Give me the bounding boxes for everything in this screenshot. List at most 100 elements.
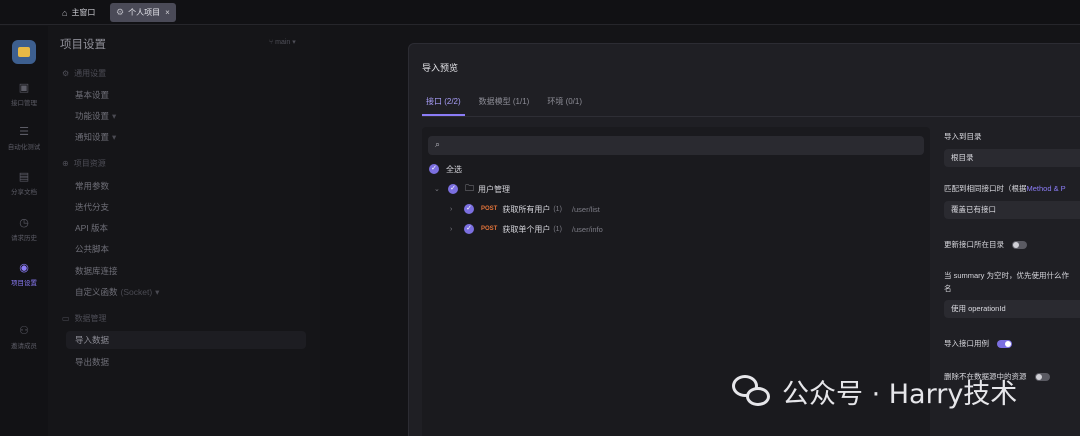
checkbox[interactable]: ✓: [448, 184, 458, 194]
rail-label: 邀请成员: [11, 343, 37, 350]
match-label-accent: Method & P: [1026, 184, 1066, 193]
select-all-row[interactable]: ✓ 全选: [429, 162, 462, 176]
sidebar-item-basic[interactable]: 基本设置: [75, 89, 109, 101]
sidebar-item-label: 功能设置: [75, 111, 110, 121]
case-count: (1): [553, 205, 562, 213]
nav-rail: ▣ 接口管理 ☰ 自动化测试 ▤ 分享文档 ◷ 请求历史 ◉ 项目设置 ⚇ 邀请…: [0, 26, 48, 436]
history-icon: ◷: [19, 217, 29, 229]
summary-select[interactable]: 使用 operationId: [944, 300, 1080, 318]
rail-label: 接口管理: [11, 100, 37, 107]
gear-icon: ⚙: [62, 69, 70, 78]
delete-missing-toggle[interactable]: [1034, 373, 1050, 382]
rail-item-docs[interactable]: ▤ 分享文档: [0, 170, 48, 196]
chevron-down-icon: ▾: [112, 132, 117, 142]
close-icon[interactable]: ×: [165, 8, 170, 17]
sidebar-item-params[interactable]: 常用参数: [75, 180, 109, 192]
import-cases-label: 导入接口用例: [944, 339, 989, 348]
chevron-down-icon: ▾: [155, 287, 160, 297]
search-icon: ⌕: [435, 139, 441, 149]
sidebar-item-database[interactable]: 数据库连接: [75, 265, 118, 277]
tab-apis[interactable]: 接口 (2/2): [422, 96, 465, 116]
resource-icon: ⊕: [62, 159, 69, 168]
chevron-right-icon[interactable]: ›: [450, 206, 456, 213]
section-resources: ⊕ 项目资源: [62, 158, 106, 169]
target-dir-select[interactable]: 根目录: [944, 149, 1080, 167]
sidebar-item-versions[interactable]: API 版本: [75, 222, 108, 234]
chevron-down-icon[interactable]: ⌄: [434, 185, 440, 193]
rail-label: 请求历史: [11, 235, 37, 242]
method-badge: POST: [481, 206, 498, 212]
rail-label: 自动化测试: [7, 144, 41, 151]
rail-item-test[interactable]: ☰ 自动化测试: [0, 125, 48, 151]
chevron-down-icon: ▾: [112, 111, 117, 121]
rail-item-invite[interactable]: ⚇ 邀请成员: [0, 324, 48, 350]
tab-environments[interactable]: 环境 (0/1): [543, 96, 586, 116]
sidebar-item-branches[interactable]: 迭代分支: [75, 201, 109, 213]
checkbox[interactable]: ✓: [464, 224, 474, 234]
sidebar-item-functions[interactable]: 自定义函数 (Socket) ▾: [75, 286, 159, 298]
tab-label: 主窗口: [71, 8, 96, 17]
api-path: /user/list: [571, 204, 600, 214]
sidebar-item-label: 通知设置: [75, 132, 110, 142]
rail-label: 项目设置: [11, 280, 37, 287]
rail-label: 分享文档: [11, 189, 37, 196]
case-count: (1): [553, 225, 562, 233]
branch-selector[interactable]: ⑂ main ▾: [269, 38, 296, 46]
test-icon: ☰: [19, 126, 29, 138]
target-dir-label: 导入到目录: [944, 132, 982, 141]
content-backdrop: [320, 26, 408, 436]
rail-item-history[interactable]: ◷ 请求历史: [0, 216, 48, 242]
tab-project[interactable]: ⚙ 个人项目 ×: [110, 3, 176, 22]
folder-row[interactable]: ⌄ ✓ 🗀 用户管理: [434, 182, 510, 196]
book-icon: ▤: [18, 171, 30, 183]
rail-item-settings[interactable]: ◉ 项目设置: [0, 261, 48, 287]
tab-home[interactable]: ⌂ 主窗口: [56, 3, 101, 22]
tab-label: 个人项目: [128, 8, 161, 17]
import-cases-toggle[interactable]: [997, 340, 1012, 349]
tab-models[interactable]: 数据模型 (1/1): [475, 96, 534, 116]
select-all-label: 全选: [446, 164, 462, 174]
folder-label: 用户管理: [478, 184, 511, 194]
app-logo[interactable]: [12, 40, 36, 64]
sidebar-item-label: 自定义函数: [75, 287, 118, 297]
preview-tabs: 接口 (2/2) 数据模型 (1/1) 环境 (0/1): [422, 96, 586, 116]
sidebar-item-features[interactable]: 功能设置 ▾: [75, 110, 116, 122]
watermark-text: 公众号 · Harry技术: [782, 379, 1018, 410]
sidebar-item-scripts[interactable]: 公共脚本: [75, 243, 109, 255]
settings-icon: ◉: [19, 262, 29, 274]
method-badge: POST: [481, 226, 498, 232]
sidebar-item-notify[interactable]: 通知设置 ▾: [75, 131, 116, 143]
summary-label: 当 summary 为空时，优先使用什么作: [944, 271, 1070, 280]
database-icon: ▭: [62, 314, 70, 323]
sidebar-item-sub: (Socket): [120, 287, 153, 297]
match-label-text: 匹配到相同接口时（根据: [944, 184, 1027, 193]
settings-sidebar: 项目设置 ⑂ main ▾ ⚙ 通用设置 基本设置 功能设置 ▾ 通知设置 ▾ ⊕ 项目…: [48, 26, 320, 436]
sidebar-item-import[interactable]: 导入数据: [66, 331, 306, 349]
tabs-divider: [422, 116, 1080, 117]
chevron-right-icon[interactable]: ›: [450, 226, 456, 233]
api-name: 获取单个用户: [502, 224, 551, 234]
section-data: ▭ 数据管理: [62, 313, 107, 324]
folder-icon: 🗀: [465, 183, 475, 193]
summary-label-cont: 名: [944, 284, 952, 293]
project-icon: ⚙: [116, 7, 125, 17]
rail-item-api[interactable]: ▣ 接口管理: [0, 81, 48, 107]
section-label: 数据管理: [74, 314, 107, 323]
page-title: 项目设置: [60, 39, 106, 51]
home-icon: ⌂: [62, 7, 68, 18]
update-dir-toggle[interactable]: [1012, 241, 1027, 250]
match-label: 匹配到相同接口时（根据Method & P: [944, 183, 1066, 194]
api-name: 获取所有用户: [502, 204, 551, 214]
checkbox[interactable]: ✓: [429, 164, 439, 174]
checkbox[interactable]: ✓: [464, 204, 474, 214]
update-dir-row: 更新接口所在目录: [944, 239, 1027, 250]
watermark: 公众号 · Harry技术: [732, 372, 1017, 411]
sidebar-item-export[interactable]: 导出数据: [75, 356, 109, 368]
search-input[interactable]: ⌕: [428, 136, 924, 155]
api-row[interactable]: › ✓ POST 获取单个用户 (1) /user/info: [450, 222, 603, 236]
section-general: ⚙ 通用设置: [62, 68, 106, 79]
branch-label: main: [275, 39, 291, 46]
match-select[interactable]: 覆盖已有接口: [944, 201, 1080, 219]
api-row[interactable]: › ✓ POST 获取所有用户 (1) /user/list: [450, 202, 600, 216]
api-icon: ▣: [18, 82, 30, 94]
